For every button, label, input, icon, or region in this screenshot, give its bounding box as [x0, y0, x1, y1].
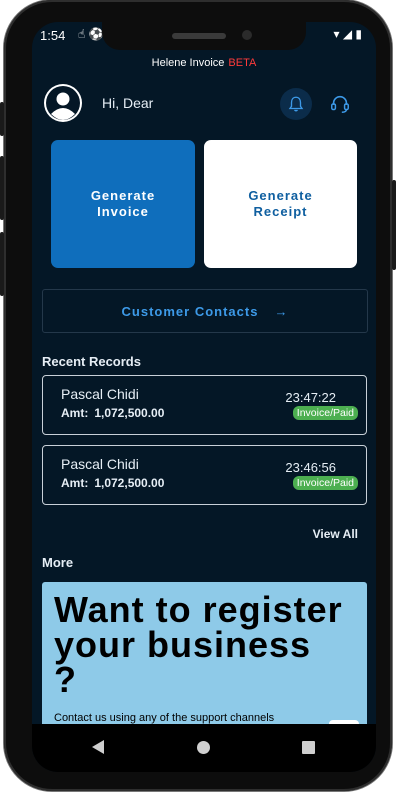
- speaker: [172, 33, 226, 39]
- generate-receipt-button[interactable]: Generate Receipt: [204, 140, 357, 268]
- record-time: 23:47:22: [285, 390, 336, 405]
- avatar[interactable]: [44, 84, 82, 122]
- record-item[interactable]: Pascal Chidi Amt: 1,072,500.00 23:46:56 I…: [42, 445, 367, 505]
- front-camera: [242, 30, 252, 40]
- recent-records-title: Recent Records: [42, 354, 141, 369]
- generate-invoice-label: Generate Invoice: [90, 188, 156, 219]
- camera-notch: [102, 22, 306, 50]
- customer-contacts-button[interactable]: Customer Contacts →: [42, 289, 368, 333]
- power-button: [0, 102, 4, 136]
- home-icon[interactable]: [197, 741, 210, 754]
- more-section-title: More: [42, 555, 74, 570]
- back-icon[interactable]: [92, 740, 104, 754]
- recent-apps-icon[interactable]: [302, 741, 315, 754]
- amount-label: Amt:: [61, 406, 89, 420]
- app-screen: 1:54 ☝ ⚽ ▾ ◢ ▮ Helene Invoice BETA Hi, De…: [32, 22, 376, 772]
- greeting: Hi, Dear: [102, 95, 154, 111]
- bell-icon: [288, 96, 304, 112]
- generate-receipt-label: Generate Receipt: [248, 188, 313, 219]
- status-time: 1:54: [40, 28, 66, 43]
- status-badge: Invoice/Paid: [292, 406, 358, 420]
- banner-text: Contact us using any of the support chan…: [54, 712, 275, 724]
- volume-up-button: [0, 156, 4, 220]
- generate-invoice-button[interactable]: Generate Invoice: [51, 140, 195, 268]
- user-avatar-icon: [46, 86, 80, 120]
- app-name: Helene Invoice: [151, 57, 225, 69]
- support-button[interactable]: [324, 88, 356, 120]
- headset-icon: [331, 95, 349, 113]
- system-navigation-bar: [32, 724, 376, 772]
- amount-label: Amt:: [61, 476, 89, 490]
- banner-title: Want to register your business ?: [54, 589, 343, 700]
- record-amount: Amt: 1,072,500.00: [61, 476, 164, 490]
- register-business-banner[interactable]: Want to register your business ? Contact…: [42, 582, 367, 742]
- phone-frame: 1:54 ☝ ⚽ ▾ ◢ ▮ Helene Invoice BETA Hi, De…: [0, 0, 396, 791]
- signal-battery-icons: ▾ ◢ ▮: [333, 27, 362, 41]
- volume-down-button: [0, 232, 4, 296]
- app-title: Helene Invoice BETA: [32, 57, 376, 69]
- notification-icons: ☝ ⚽: [78, 27, 104, 41]
- beta-badge: BETA: [228, 57, 257, 69]
- record-customer-name: Pascal Chidi: [61, 386, 139, 402]
- record-item[interactable]: Pascal Chidi Amt: 1,072,500.00 23:47:22 I…: [42, 375, 367, 435]
- status-badge: Invoice/Paid: [292, 476, 358, 490]
- record-time: 23:46:56: [285, 460, 336, 475]
- side-button: [392, 180, 396, 270]
- amount-value: 1,072,500.00: [94, 476, 165, 490]
- notification-button[interactable]: [280, 88, 312, 120]
- customer-contacts-label: Customer Contacts: [121, 303, 259, 319]
- view-all-link[interactable]: View All: [313, 527, 358, 541]
- record-amount: Amt: 1,072,500.00: [61, 406, 164, 420]
- arrow-right-icon: →: [274, 303, 289, 319]
- record-customer-name: Pascal Chidi: [61, 456, 139, 472]
- amount-value: 1,072,500.00: [94, 406, 165, 420]
